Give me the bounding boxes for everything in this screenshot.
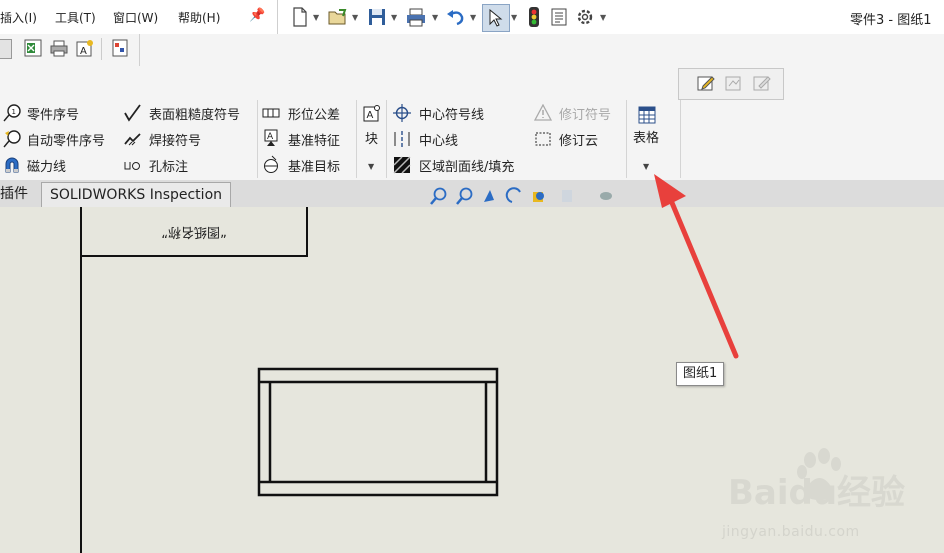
ribbon-auto-balloon[interactable]: 自动零件序号 (27, 130, 105, 149)
select-tool-button[interactable] (482, 4, 510, 32)
surface-finish-icon[interactable] (124, 104, 142, 122)
file-properties-icon[interactable] (550, 6, 568, 28)
pin-icon[interactable]: 📌 (249, 8, 265, 23)
ribbon-revision-symbol: 修订符号 (559, 108, 612, 123)
zoom-to-fit-icon (430, 187, 447, 205)
chevron-down-icon[interactable]: ▼ (600, 13, 606, 22)
menu-tools[interactable]: 工具(T) (55, 9, 96, 26)
separator (101, 38, 102, 60)
tab-addins[interactable]: 插件 (0, 182, 40, 206)
previous-view-icon (484, 190, 494, 202)
drawing-view-part[interactable] (256, 367, 500, 499)
chevron-down-icon[interactable]: ▼ (313, 13, 319, 22)
datum-feature-icon[interactable]: A (262, 129, 280, 147)
menu-window[interactable]: 窗口(W) (113, 9, 158, 26)
red-pointer-arrow-icon (654, 174, 739, 359)
secondary-toolbar: A (0, 34, 944, 67)
chevron-down-icon[interactable]: ▼ (352, 13, 358, 22)
svg-text:1: 1 (12, 108, 16, 116)
hide-show-icon (600, 192, 612, 200)
separator (386, 100, 387, 178)
chevron-down-icon[interactable]: ▼ (368, 162, 374, 171)
block-icon[interactable]: A (363, 104, 381, 122)
ribbon-weld-symbol[interactable]: 焊接符号 (149, 130, 201, 149)
sheet-tooltip: 图纸1 (676, 362, 725, 386)
ribbon-magnetic-line[interactable]: 磁力线 (27, 156, 66, 175)
menu-help[interactable]: 帮助(H) (178, 9, 220, 26)
undo-icon[interactable] (445, 6, 467, 28)
ribbon-block[interactable]: 块 (365, 128, 378, 147)
traffic-light-icon[interactable] (527, 6, 541, 28)
revision-symbol-icon (534, 104, 552, 121)
svg-text:A: A (367, 110, 374, 121)
table-icon[interactable] (638, 106, 656, 124)
rotate-icon (505, 187, 521, 203)
ribbon-area-hatch[interactable]: 区域剖面线/填充 (419, 156, 514, 175)
chevron-down-icon[interactable]: ▼ (432, 13, 438, 22)
edit-sheet-icon[interactable] (697, 74, 715, 92)
sheet-name-note[interactable]: “图纸名称” (80, 224, 308, 243)
separator (257, 100, 258, 178)
ribbon-geometric-tolerance[interactable]: 形位公差 (288, 104, 340, 123)
ribbon-balloon[interactable]: 零件序号 (27, 104, 79, 123)
display-style-icon (562, 190, 572, 202)
ribbon-datum-target[interactable]: 基准目标 (288, 156, 340, 175)
datum-target-icon[interactable] (262, 155, 280, 173)
separator (277, 0, 278, 34)
sheet-properties-icon (753, 76, 771, 91)
open-folder-icon[interactable] (327, 6, 349, 28)
print-icon[interactable] (405, 6, 427, 28)
svg-text:A: A (80, 46, 87, 57)
menu-insert[interactable]: 插入(I) (0, 9, 37, 26)
title-bar: 插入(I) 工具(T) 窗口(W) 帮助(H) 📌 ▼ ▼ ▼ ▼ ▼ ▼ ▼ … (0, 0, 944, 35)
magnet-icon[interactable] (3, 156, 21, 174)
sheet-format-icon (725, 76, 741, 91)
ribbon-table[interactable]: 表格 (633, 127, 659, 146)
heads-up-view-toolbar[interactable] (428, 186, 658, 206)
section-view-icon (533, 192, 544, 202)
add-text-icon[interactable]: A (76, 39, 94, 57)
geometric-tolerance-icon[interactable] (262, 104, 280, 122)
separator (356, 100, 357, 178)
window-title: 零件3 - 图纸1 (850, 13, 932, 28)
watermark-url: jingyan.baidu.com (722, 524, 860, 540)
floating-toolbar (678, 68, 784, 100)
ribbon-surface-finish[interactable]: 表面粗糙度符号 (149, 104, 240, 123)
svg-text:Baidu经验: Baidu经验 (728, 473, 905, 513)
center-mark-icon[interactable] (393, 104, 411, 122)
chevron-down-icon[interactable]: ▼ (511, 13, 517, 22)
separator (680, 100, 681, 178)
ribbon-hole-callout[interactable]: 孔标注 (149, 156, 188, 175)
balloon-icon[interactable]: 1 (3, 104, 21, 122)
hole-callout-icon[interactable] (124, 156, 142, 174)
sheet-border-line (80, 207, 82, 553)
separator (139, 34, 140, 66)
new-document-icon[interactable] (291, 6, 309, 28)
save-icon[interactable] (367, 6, 387, 28)
separator (626, 100, 627, 178)
chevron-down-icon[interactable]: ▼ (391, 13, 397, 22)
ribbon-centerline[interactable]: 中心线 (419, 130, 458, 149)
print-preview-icon[interactable] (50, 39, 68, 57)
cursor-arrow-icon (489, 9, 503, 27)
zoom-area-icon (456, 187, 473, 205)
weld-symbol-icon[interactable] (124, 130, 142, 148)
document-icon[interactable] (0, 39, 12, 59)
revision-cloud-icon[interactable] (534, 130, 552, 148)
ribbon-center-mark[interactable]: 中心符号线 (419, 104, 484, 123)
gear-icon[interactable] (575, 6, 595, 28)
excel-export-icon[interactable] (24, 39, 42, 57)
report-icon[interactable] (111, 39, 129, 57)
chevron-down-icon[interactable]: ▼ (470, 13, 476, 22)
auto-balloon-icon[interactable] (3, 130, 21, 148)
ribbon-revision-cloud[interactable]: 修订云 (559, 130, 598, 149)
centerline-icon[interactable] (393, 130, 411, 148)
area-hatch-icon[interactable] (393, 156, 411, 174)
svg-text:A: A (267, 132, 274, 142)
tab-solidworks-inspection[interactable]: SOLIDWORKS Inspection (41, 182, 231, 207)
ribbon-datum-feature[interactable]: 基准特征 (288, 130, 340, 149)
